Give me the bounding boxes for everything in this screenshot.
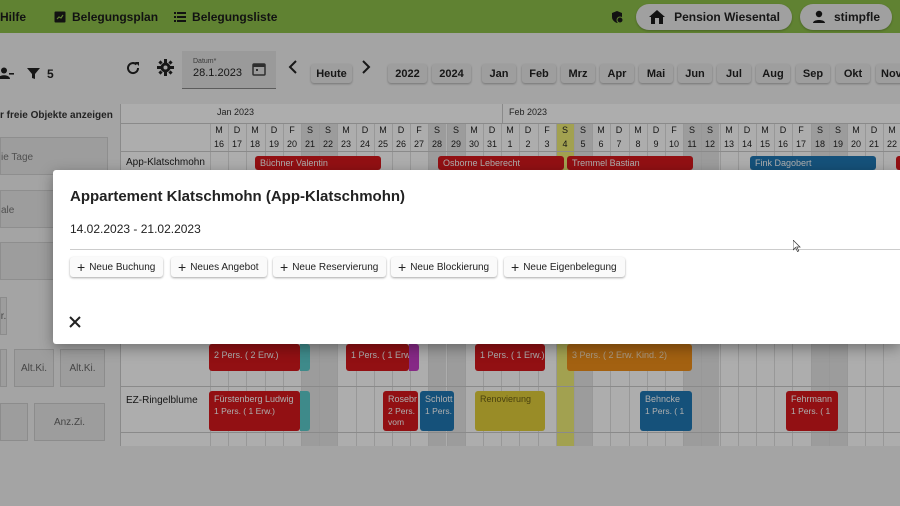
new-owner-use-label: Neue Eigenbelegung — [523, 261, 617, 273]
plus-icon: + — [178, 259, 187, 275]
dialog-date-range: 14.02.2023 - 21.02.2023 — [70, 222, 201, 236]
dialog-separator — [70, 249, 900, 250]
mouse-cursor-icon — [793, 240, 801, 252]
plus-icon: + — [280, 259, 289, 275]
new-booking-button[interactable]: + Neue Buchung — [70, 257, 164, 277]
close-icon[interactable] — [68, 315, 82, 329]
new-offer-label: Neues Angebot — [190, 261, 259, 273]
plus-icon: + — [511, 259, 520, 275]
plus-icon: + — [398, 259, 407, 275]
new-owner-use-button[interactable]: + Neue Eigenbelegung — [504, 257, 625, 277]
new-offer-button[interactable]: + Neues Angebot — [171, 257, 267, 277]
booking-dialog: Appartement Klatschmohn (App-Klatschmohn… — [53, 170, 900, 344]
new-block-button[interactable]: + Neue Blockierung — [391, 257, 498, 277]
plus-icon: + — [77, 259, 86, 275]
new-reservation-label: Neue Reservierung — [292, 261, 379, 273]
new-block-label: Neue Blockierung — [410, 261, 490, 273]
new-reservation-button[interactable]: + Neue Reservierung — [273, 257, 387, 277]
dialog-title: Appartement Klatschmohn (App-Klatschmohn… — [70, 188, 406, 205]
new-booking-label: Neue Buchung — [89, 261, 156, 273]
